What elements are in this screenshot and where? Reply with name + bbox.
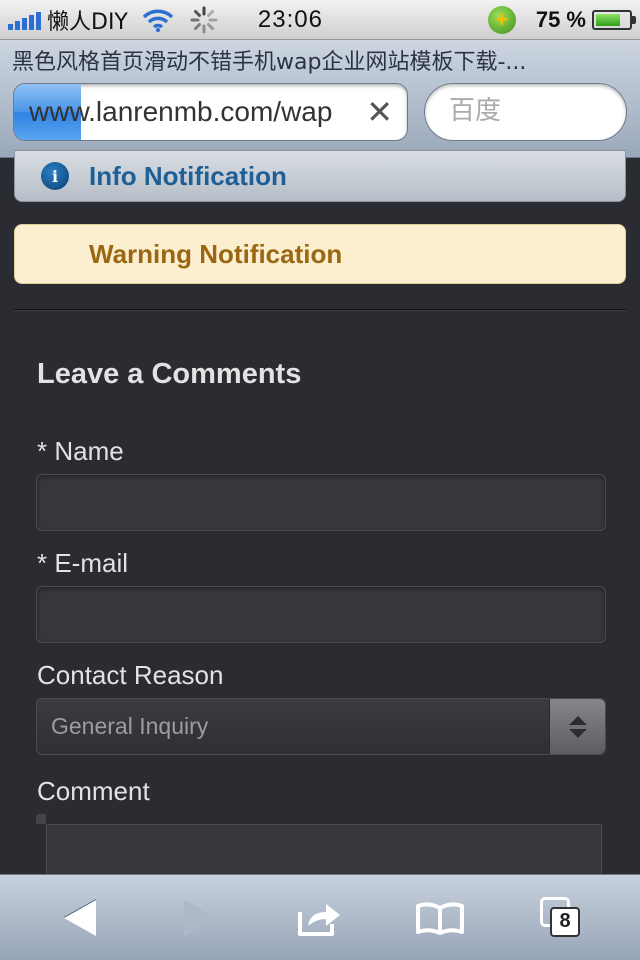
contact-reason-label: Contact Reason <box>37 660 224 690</box>
browser-chrome: 黑色风格首页滑动不错手机wap企业网站模板下载-... www.lanrenmb… <box>0 40 640 158</box>
name-field[interactable] <box>36 474 606 531</box>
select-arrows-icon[interactable] <box>549 699 605 754</box>
activity-spinner-icon <box>190 6 218 33</box>
bookmarks-button[interactable] <box>400 883 480 953</box>
section-divider <box>14 309 626 311</box>
battery-icon <box>592 9 636 30</box>
browser-toolbar: 8 <box>0 874 640 960</box>
clear-icon[interactable]: ✕ <box>366 96 393 128</box>
name-label: * Name <box>37 436 124 466</box>
battery-percentage: 75 % <box>535 6 586 32</box>
forward-arrow-icon <box>184 899 216 936</box>
carrier-name: 懒人DIY <box>47 9 128 35</box>
form-heading: Leave a Comments <box>37 358 302 390</box>
url-text: www.lanrenmb.com/wap <box>29 96 333 127</box>
forward-button[interactable] <box>160 883 240 953</box>
search-field[interactable] <box>424 83 627 141</box>
tab-count: 8 <box>550 906 580 937</box>
clock: 23:06 <box>257 5 323 33</box>
pages-button[interactable]: 8 <box>520 883 600 953</box>
email-label: * E-mail <box>37 548 129 578</box>
comment-field-corner <box>36 814 46 824</box>
share-button[interactable] <box>280 883 360 953</box>
page-title: 黑色风格首页滑动不错手机wap企业网站模板下载-... <box>12 50 527 75</box>
info-icon: i <box>41 162 69 190</box>
battery-level <box>596 13 620 26</box>
address-bar[interactable]: www.lanrenmb.com/wap ✕ <box>13 83 408 141</box>
share-icon <box>298 903 340 936</box>
warning-notification-text: Warning Notification <box>89 238 343 269</box>
contact-reason-select[interactable]: General Inquiry <box>36 698 606 755</box>
info-notification: i Info Notification <box>14 150 626 202</box>
contact-reason-value: General Inquiry <box>51 713 209 739</box>
back-button[interactable] <box>40 883 120 953</box>
comment-label: Comment <box>37 776 150 806</box>
search-input[interactable] <box>449 96 609 126</box>
back-arrow-icon <box>64 899 96 936</box>
security-app-icon: + <box>487 5 516 34</box>
bookmarks-icon <box>416 901 464 935</box>
status-bar: 懒人DIY 23:06 + 75 % <box>0 0 640 40</box>
wifi-icon <box>142 9 174 32</box>
email-field[interactable] <box>36 586 606 643</box>
signal-strength-icon <box>8 10 41 30</box>
warning-notification: Warning Notification <box>14 224 626 284</box>
info-notification-text: Info Notification <box>89 160 287 191</box>
